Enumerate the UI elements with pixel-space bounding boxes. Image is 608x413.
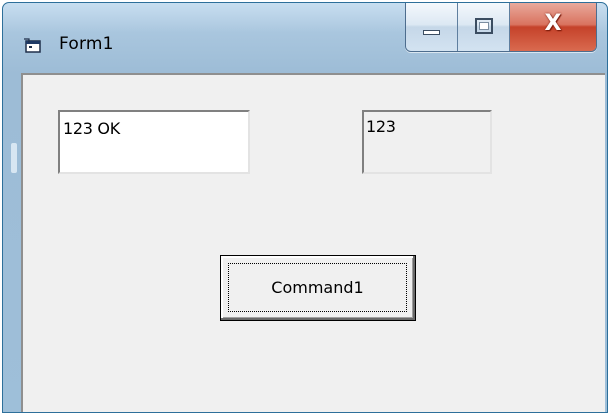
command1-button-label: Command1 [228, 263, 407, 312]
form-client-area: 123 OK 123 Command1 [21, 73, 605, 412]
maximize-button[interactable] [458, 3, 510, 51]
window-title: Form1 [59, 34, 114, 54]
maximize-icon [475, 18, 493, 34]
minimize-icon [423, 30, 440, 35]
close-button[interactable]: X [510, 3, 596, 51]
command1-button[interactable]: Command1 [220, 255, 416, 321]
form1-window: Form1 X 123 OK 123 Command1 [2, 2, 608, 413]
title-bar[interactable]: Form1 X [3, 3, 607, 63]
frame-resize-accent [11, 143, 17, 173]
minimize-button[interactable] [406, 3, 458, 51]
text1-textbox[interactable]: 123 OK [58, 110, 250, 174]
close-icon: X [544, 11, 562, 36]
text2-textbox[interactable]: 123 [362, 110, 492, 174]
caption-buttons: X [405, 3, 597, 52]
form-icon [23, 37, 43, 55]
